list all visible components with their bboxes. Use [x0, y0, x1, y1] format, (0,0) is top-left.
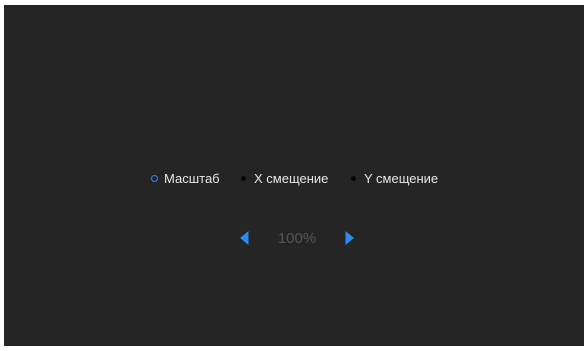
radio-label-y-offset: Y смещение	[364, 170, 439, 186]
mode-radio-group: Масштаб X смещение Y смещение	[151, 170, 438, 186]
chevron-right-icon	[345, 231, 354, 245]
radio-option-y-offset[interactable]: Y смещение	[351, 170, 438, 186]
radio-selected-icon	[151, 174, 158, 182]
radio-label-x-offset: X смещение	[254, 170, 329, 186]
decrease-button[interactable]	[237, 229, 251, 247]
chevron-left-icon	[240, 231, 249, 245]
radio-unselected-icon	[351, 175, 356, 181]
value-stepper: 100%	[237, 228, 357, 248]
radio-option-x-offset[interactable]: X смещение	[241, 170, 351, 186]
radio-label-scale: Масштаб	[164, 170, 220, 186]
screen-panel: Масштаб X смещение Y смещение 100%	[4, 5, 584, 346]
stepper-value: 100%	[277, 229, 317, 247]
increase-button[interactable]	[343, 229, 357, 247]
radio-unselected-icon	[241, 175, 246, 181]
radio-option-scale[interactable]: Масштаб	[151, 170, 241, 186]
